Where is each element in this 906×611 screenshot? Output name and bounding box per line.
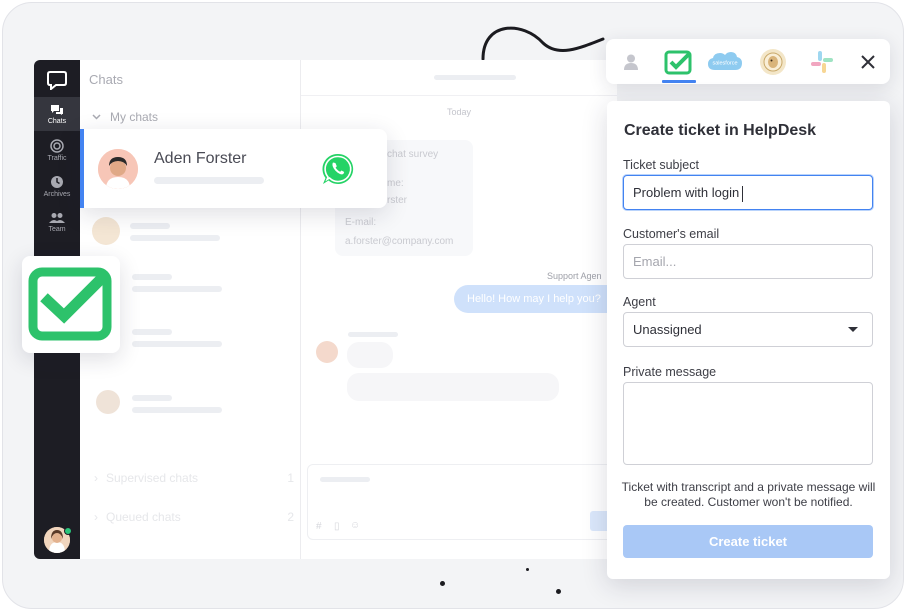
app-frame: Chats Traffic Archives Team Chats My cha… [2, 2, 904, 609]
emoji-icon[interactable]: ☺ [350, 520, 360, 531]
active-chat-card[interactable]: Aden Forster [80, 129, 387, 208]
nav-label: Traffic [47, 154, 67, 162]
decorative-dot [526, 568, 529, 571]
subject-value: Problem with login [633, 185, 740, 200]
survey-email-label: E-mail: [345, 217, 377, 228]
team-icon [49, 212, 65, 223]
archives-icon [51, 175, 63, 188]
create-ticket-button[interactable]: Create ticket [623, 525, 873, 558]
decorative-dot [440, 581, 445, 586]
traffic-icon [50, 138, 64, 153]
agent-selected-value: Unassigned [633, 322, 702, 337]
subject-label: Ticket subject [623, 158, 699, 172]
panel-title: Create ticket in HelpDesk [624, 122, 817, 139]
survey-name-value: rster [387, 195, 407, 206]
chevron-right-icon: › [94, 510, 98, 524]
message-preview-placeholder [154, 177, 264, 184]
helpdesk-logo-tile [22, 256, 120, 353]
conversation-header [301, 60, 617, 96]
active-tab-indicator [662, 80, 696, 83]
my-chats-group-toggle[interactable]: My chats [92, 110, 158, 124]
supervised-chats-group[interactable]: › Supervised chats 1 [94, 471, 294, 485]
nav-item-traffic[interactable]: Traffic [34, 133, 80, 167]
customer-message-bubble [347, 342, 393, 368]
salesforce-wordmark: salesforce [712, 61, 737, 67]
chats-icon [51, 104, 63, 115]
chevron-down-icon [92, 114, 101, 120]
private-message-textarea[interactable] [623, 382, 873, 465]
slack-icon [811, 51, 833, 73]
list-item[interactable] [92, 268, 292, 298]
email-input[interactable]: Email... [623, 244, 873, 279]
helpdesk-icon [664, 50, 692, 75]
date-divider: Today [446, 107, 472, 117]
customer-message-bubble [347, 373, 559, 401]
nav-label: Chats [47, 117, 67, 125]
helpdesk-logo-icon [28, 267, 112, 341]
queued-chats-label: Queued chats [106, 510, 181, 524]
livechat-logo-icon [47, 71, 67, 90]
avatar [96, 390, 120, 414]
survey-email-value: a.forster@company.com [345, 236, 454, 247]
close-icon [861, 55, 875, 69]
list-item[interactable] [92, 217, 292, 247]
agent-name-label: Support Agen [547, 271, 602, 281]
list-item[interactable] [92, 323, 292, 353]
salesforce-icon: salesforce [708, 52, 742, 70]
user-icon [624, 54, 638, 70]
avatar [92, 217, 120, 245]
nav-item-chats[interactable]: Chats [34, 97, 80, 131]
create-ticket-panel: Create ticket in HelpDesk Ticket subject… [607, 101, 890, 579]
agent-label: Agent [623, 295, 656, 309]
decorative-squiggle [481, 26, 605, 61]
decorative-dot [556, 589, 561, 594]
chevron-right-icon: › [94, 471, 98, 485]
online-status-dot [64, 527, 72, 535]
panel-title: Chats [89, 72, 123, 87]
nav-label: Team [48, 225, 66, 233]
nav-item-team[interactable]: Team [34, 205, 80, 239]
ticket-info-note: Ticket with transcript and a private mes… [621, 480, 876, 509]
supervised-chats-count: 1 [287, 471, 294, 485]
survey-name-label: me: [387, 178, 404, 189]
email-label: Customer's email [623, 227, 720, 241]
private-message-label: Private message [623, 365, 717, 379]
text-caret [742, 185, 744, 202]
customer-avatar [316, 341, 338, 363]
message-composer[interactable]: # ▯ ☺ [307, 464, 613, 540]
survey-title: chat survey [387, 149, 439, 160]
subject-input[interactable]: Problem with login [623, 175, 873, 210]
avatar [98, 149, 138, 189]
integrations-bar: salesforce [606, 39, 890, 84]
queued-chats-group[interactable]: › Queued chats 2 [94, 510, 294, 524]
integration-tab-mailchimp[interactable] [756, 45, 790, 79]
close-button[interactable] [851, 45, 885, 79]
agent-message-bubble: Hello! How may I help you? [454, 285, 624, 313]
queued-chats-count: 2 [287, 510, 294, 524]
whatsapp-icon [322, 153, 354, 184]
customer-avatar-image [98, 149, 138, 189]
nav-label: Archives [43, 190, 71, 198]
supervised-chats-label: Supervised chats [106, 471, 199, 485]
integration-tab-salesforce[interactable]: salesforce [705, 45, 745, 79]
nav-item-archives[interactable]: Archives [34, 169, 80, 203]
integration-tab-user[interactable] [614, 45, 648, 79]
list-item[interactable] [92, 390, 292, 420]
agent-select[interactable]: Unassigned [623, 312, 873, 347]
hash-icon[interactable]: # [316, 521, 322, 532]
integration-tab-slack[interactable] [805, 45, 839, 79]
attachment-icon[interactable]: ▯ [334, 521, 340, 532]
customer-name: Aden Forster [154, 150, 247, 167]
my-chats-label: My chats [110, 110, 159, 124]
mailchimp-icon [760, 49, 786, 75]
integration-tab-helpdesk[interactable] [662, 45, 696, 79]
dropdown-arrow-icon [848, 327, 858, 332]
